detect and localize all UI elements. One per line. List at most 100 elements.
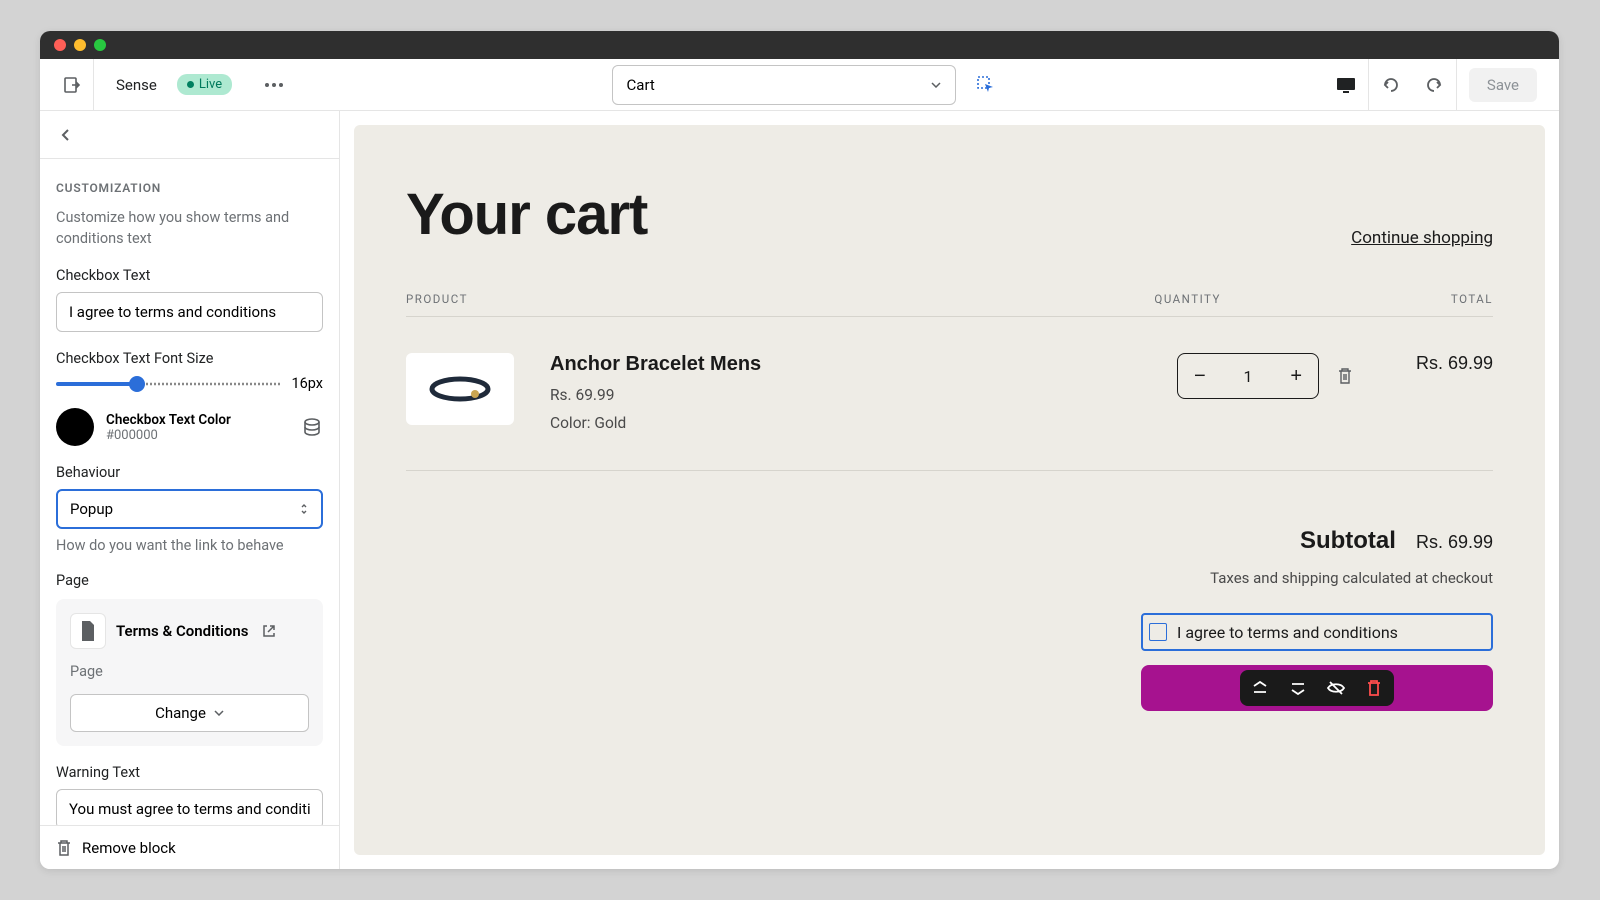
behaviour-label: Behaviour — [56, 464, 323, 481]
change-page-button[interactable]: Change — [70, 694, 309, 732]
color-left: Checkbox Text Color #000000 — [56, 408, 231, 446]
body-area: CUSTOMIZATION Customize how you show ter… — [40, 111, 1559, 869]
sidebar-scroll: CUSTOMIZATION Customize how you show ter… — [40, 111, 339, 869]
app-window: Sense Live Cart Save — [40, 31, 1559, 869]
product-name[interactable]: Anchor Bracelet Mens — [550, 353, 1177, 376]
select-arrows-icon — [299, 502, 309, 516]
preview-canvas: Your cart Continue shopping PRODUCT QUAN… — [354, 125, 1545, 855]
chevron-down-icon — [214, 710, 224, 716]
device-button[interactable] — [1325, 59, 1369, 111]
remove-item-button[interactable] — [1337, 367, 1353, 385]
slider-thumb[interactable] — [129, 376, 145, 392]
divider — [406, 316, 1493, 317]
remove-label: Remove block — [82, 839, 176, 857]
minimize-window-icon[interactable] — [74, 39, 86, 51]
hide-icon[interactable] — [1326, 678, 1346, 698]
quantity-stepper: − 1 + — [1177, 353, 1319, 399]
exit-button[interactable] — [50, 59, 94, 111]
topbar-center: Cart — [290, 65, 1325, 105]
back-button[interactable] — [40, 111, 339, 159]
checkbox-text-label: Checkbox Text — [56, 267, 323, 284]
qty-value: 1 — [1244, 367, 1253, 386]
move-down-icon[interactable] — [1288, 678, 1308, 698]
product-variant: Color: Gold — [550, 414, 1177, 432]
color-hex: #000000 — [106, 428, 231, 443]
agree-checkbox[interactable] — [1149, 623, 1167, 641]
page-sublabel: Page — [70, 663, 309, 680]
preview-panel: Your cart Continue shopping PRODUCT QUAN… — [340, 111, 1559, 869]
delete-icon[interactable] — [1364, 678, 1384, 698]
col-quantity: QUANTITY — [1154, 292, 1220, 306]
inspect-icon — [976, 75, 996, 95]
product-info: Anchor Bracelet Mens Rs. 69.99 Color: Go… — [550, 353, 1177, 432]
chevron-down-icon — [931, 82, 941, 88]
summary: Subtotal Rs. 69.99 Taxes and shipping ca… — [406, 527, 1493, 711]
checkout-button[interactable] — [1141, 665, 1493, 711]
product-image[interactable] — [406, 353, 514, 425]
qty-decrease-button[interactable]: − — [1194, 365, 1206, 388]
line-total: Rs. 69.99 — [1353, 353, 1493, 374]
behaviour-select[interactable]: Popup — [56, 489, 323, 529]
exit-icon — [62, 75, 82, 95]
maximize-window-icon[interactable] — [94, 39, 106, 51]
color-label: Checkbox Text Color — [106, 412, 231, 428]
warning-text-label: Warning Text — [56, 764, 323, 781]
product-price: Rs. 69.99 — [550, 386, 1177, 404]
cart-header: Your cart Continue shopping — [406, 181, 1493, 248]
color-row[interactable]: Checkbox Text Color #000000 — [56, 408, 323, 446]
font-size-label: Checkbox Text Font Size — [56, 350, 323, 367]
col-product: PRODUCT — [406, 292, 468, 306]
live-dot-icon — [187, 81, 194, 88]
block-toolbar — [1240, 670, 1394, 706]
live-badge: Live — [177, 74, 232, 95]
agree-checkbox-block[interactable]: I agree to terms and conditions — [1141, 613, 1493, 651]
font-size-value: 16px — [291, 375, 323, 392]
color-swatch[interactable] — [56, 408, 94, 446]
slider-fill — [56, 382, 137, 386]
font-size-slider[interactable]: 16px — [56, 375, 323, 392]
page-chip[interactable]: Terms & Conditions — [70, 613, 309, 649]
qty-increase-button[interactable]: + — [1290, 365, 1302, 388]
col-total: TOTAL — [1451, 292, 1493, 306]
topbar-right: Save — [1325, 59, 1549, 111]
cart-row: Anchor Bracelet Mens Rs. 69.99 Color: Go… — [406, 353, 1493, 471]
page-file-icon — [70, 613, 106, 649]
quantity-group: − 1 + — [1177, 353, 1353, 399]
more-button[interactable] — [258, 69, 290, 101]
inspect-button[interactable] — [968, 67, 1004, 103]
warning-text-input[interactable] — [56, 789, 323, 829]
save-button[interactable]: Save — [1469, 68, 1537, 102]
sidebar: CUSTOMIZATION Customize how you show ter… — [40, 111, 340, 869]
change-label: Change — [155, 704, 206, 722]
page-card: Terms & Conditions Page Change — [56, 599, 323, 746]
page-select[interactable]: Cart — [612, 65, 956, 105]
redo-button[interactable] — [1413, 59, 1457, 111]
page-select-value: Cart — [627, 76, 655, 94]
continue-shopping-link[interactable]: Continue shopping — [1351, 228, 1493, 248]
undo-button[interactable] — [1369, 59, 1413, 111]
subtotal-label: Subtotal — [1300, 527, 1396, 555]
dynamic-source-icon[interactable] — [301, 416, 323, 438]
slider-dots — [137, 381, 281, 387]
external-link-icon — [262, 624, 276, 638]
trash-icon — [56, 839, 72, 857]
window-titlebar — [40, 31, 1559, 59]
column-headers: PRODUCT QUANTITY TOTAL — [406, 292, 1493, 306]
behaviour-hint: How do you want the link to behave — [56, 537, 323, 554]
tax-note: Taxes and shipping calculated at checkou… — [406, 569, 1493, 587]
page-name: Terms & Conditions — [116, 622, 248, 640]
agree-text: I agree to terms and conditions — [1177, 623, 1398, 642]
page-label: Page — [56, 572, 323, 589]
slider-track — [56, 382, 281, 386]
theme-name: Sense — [116, 76, 157, 94]
undo-icon — [1381, 75, 1401, 95]
chevron-left-icon — [60, 128, 70, 142]
section-desc: Customize how you show terms and conditi… — [56, 207, 323, 249]
move-up-icon[interactable] — [1250, 678, 1270, 698]
close-window-icon[interactable] — [54, 39, 66, 51]
remove-block-button[interactable]: Remove block — [40, 825, 339, 869]
subtotal-row: Subtotal Rs. 69.99 — [406, 527, 1493, 555]
checkbox-text-input[interactable] — [56, 292, 323, 332]
subtotal-value: Rs. 69.99 — [1416, 532, 1493, 553]
behaviour-value: Popup — [70, 500, 113, 518]
